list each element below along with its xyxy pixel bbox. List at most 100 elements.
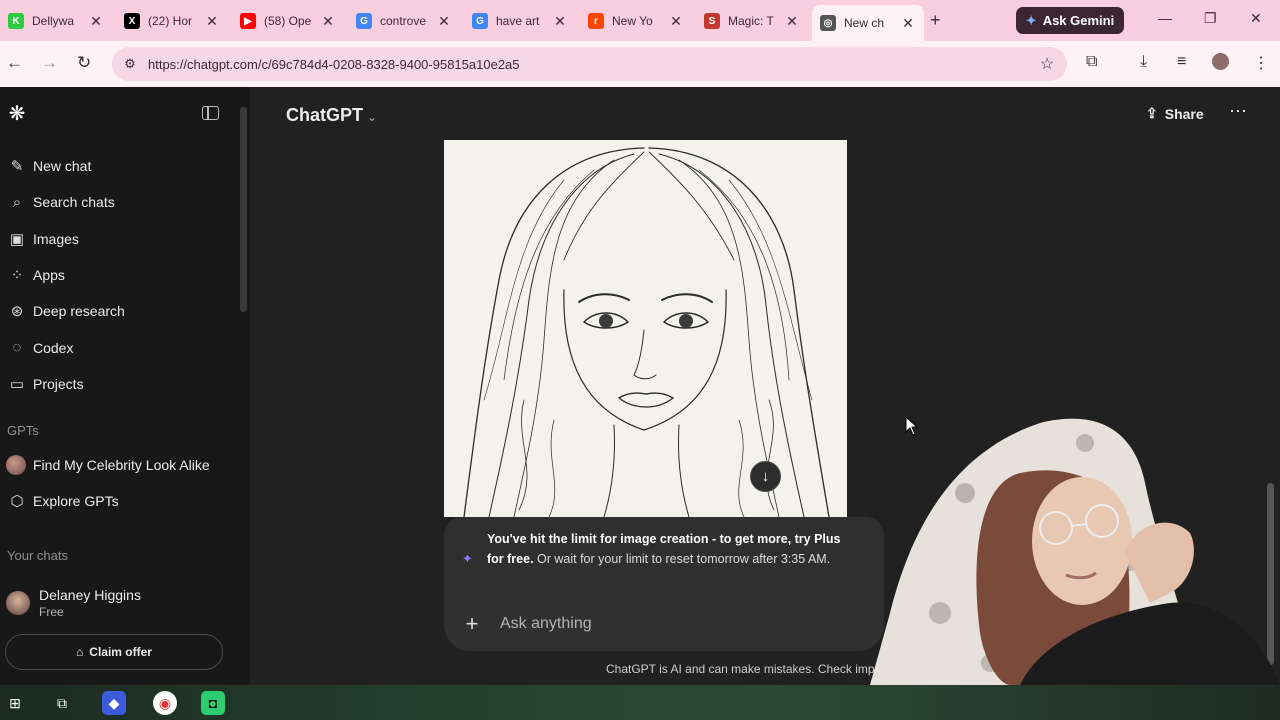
openai-logo-icon[interactable]: ❋	[6, 103, 28, 125]
tab-title: (22) Hor	[148, 14, 193, 28]
sidebar-item-label: Images	[33, 230, 79, 247]
deep-research-icon: ⊛	[10, 303, 24, 321]
codex-icon: ◌	[12, 339, 22, 356]
extensions-icon[interactable]: ⧉	[1086, 53, 1097, 71]
new-tab-button[interactable]: +	[930, 10, 941, 31]
close-window-icon[interactable]: ✕	[1250, 10, 1262, 27]
mouse-cursor-icon	[905, 416, 919, 436]
browser-tab[interactable]: K Dellywa ✕	[0, 6, 112, 36]
sparkle-icon: ✦	[462, 551, 473, 566]
sidebar-item-images[interactable]: ▣ Images	[6, 226, 79, 252]
gpt-avatar	[6, 455, 26, 475]
sidebar-item-codex[interactable]: ◌ Codex	[6, 335, 74, 361]
tab-close-icon[interactable]: ✕	[552, 13, 568, 30]
tab-close-icon[interactable]: ✕	[900, 15, 916, 32]
explore-gpts-label: Explore GPTs	[33, 493, 119, 509]
sidebar-item-new-chat[interactable]: ✎ New chat	[6, 153, 92, 179]
ask-gemini-label: Ask Gemini	[1042, 13, 1115, 28]
user-profile[interactable]: Delaney Higgins Free	[6, 587, 141, 619]
tab-favicon-icon: ◎	[820, 15, 836, 31]
more-options-icon[interactable]: ⋯	[1229, 101, 1247, 122]
tab-favicon-icon: S	[704, 13, 720, 29]
tab-favicon-icon: G	[472, 13, 488, 29]
disclaimer-text: ChatGPT is AI and can make mistakes. Che…	[606, 662, 882, 676]
sidebar: ❋ ✎ New chat ⌕ Search chats ▣ Images ⁘ Apps ⊛ Dee…	[0, 87, 250, 685]
tab-title: have art	[496, 14, 540, 28]
reload-icon[interactable]: ↻	[77, 53, 91, 73]
image-limit-banner: ✦ You've hit the limit for image creatio…	[444, 517, 884, 597]
gpt-item-label: Find My Celebrity Look Alike	[33, 457, 210, 473]
sidebar-item-apps[interactable]: ⁘ Apps	[6, 262, 65, 288]
tab-close-icon[interactable]: ✕	[784, 13, 800, 30]
minimize-icon[interactable]: —	[1158, 10, 1172, 26]
sidebar-item-projects[interactable]: ▭ Projects	[6, 371, 84, 397]
projects-icon: ▭	[9, 375, 25, 393]
browser-tab[interactable]: Ghave art ✕	[464, 6, 576, 36]
chrome-menu-icon[interactable]: ⋮	[1253, 53, 1269, 73]
browser-tab[interactable]: Gcontrove ✕	[348, 6, 460, 36]
images-icon: ▣	[9, 230, 25, 248]
ask-gemini-button[interactable]: ✦ Ask Gemini	[1016, 7, 1124, 34]
bookmark-star-icon[interactable]: ☆	[1027, 54, 1067, 74]
address-url[interactable]: https://chatgpt.com/c/69c784d4-0208-8328…	[148, 57, 1027, 72]
user-avatar	[6, 591, 30, 615]
your-chats-label: Your chats	[7, 548, 68, 563]
browser-tab[interactable]: r New Yo ✕	[580, 6, 692, 36]
site-info-icon[interactable]: ⚙	[112, 56, 148, 72]
browser-tab[interactable]: ◎ New ch ✕	[812, 5, 924, 41]
cube-icon: ⬡	[10, 493, 24, 510]
user-name: Delaney Higgins	[39, 587, 141, 603]
restore-icon[interactable]: ❐	[1204, 10, 1217, 27]
sidebar-item-search-chats[interactable]: ⌕ Search chats	[6, 189, 115, 215]
sidebar-toggle-icon[interactable]	[202, 106, 219, 120]
gift-icon: ⌂	[76, 645, 84, 659]
gemini-sparkle-icon: ✦	[1025, 12, 1037, 28]
browser-tab-strip: K Dellywa ✕ X (22) Hor ✕ ▶ (58) Ope ✕ Gcontrove ✕ G…	[0, 0, 1280, 41]
tab-favicon-icon: ▶	[240, 13, 256, 29]
share-button[interactable]: ⇪ Share	[1146, 105, 1204, 122]
downloads-icon[interactable]: ⤓	[1140, 53, 1147, 71]
tab-title: Dellywa	[32, 14, 75, 28]
tab-close-icon[interactable]: ✕	[668, 13, 684, 30]
scroll-down-button[interactable]: ↓	[750, 461, 781, 492]
webcam-person	[870, 418, 1280, 685]
tab-close-icon[interactable]: ✕	[320, 13, 336, 30]
browser-toolbar: ← → ↻ ⚙ https://chatgpt.com/c/69c784d4-0…	[0, 41, 1280, 87]
add-attachment-icon[interactable]: +	[444, 611, 500, 637]
tab-title: Magic: T	[728, 14, 774, 28]
prompt-input[interactable]	[500, 615, 884, 633]
android-studio-icon[interactable]: ◘	[201, 691, 225, 715]
address-bar[interactable]: ⚙ https://chatgpt.com/c/69c784d4-0208-83…	[112, 47, 1067, 81]
model-selector[interactable]: ChatGPT ⌄	[286, 105, 377, 126]
image-limit-message: You've hit the limit for image creation …	[487, 529, 857, 569]
media-control-icon[interactable]: ≡	[1177, 53, 1186, 71]
browser-tab[interactable]: S Magic: T ✕	[696, 6, 808, 36]
profile-avatar[interactable]	[1212, 53, 1229, 70]
forward-icon[interactable]: →	[41, 53, 58, 73]
apps-icon: ⁘	[10, 266, 24, 284]
chrome-taskbar-icon[interactable]: ◉	[153, 691, 177, 715]
sidebar-scrollbar[interactable]	[240, 107, 247, 312]
windows-taskbar: ⊞ ⧉ ◆ ◉ ◘	[0, 685, 1280, 720]
sidebar-item-label: Apps	[33, 266, 65, 283]
tab-favicon-icon: K	[8, 13, 24, 29]
back-icon[interactable]: ←	[6, 53, 23, 73]
windows-start-icon[interactable]: ⊞	[3, 691, 27, 715]
sidebar-item-deep-research[interactable]: ⊛ Deep research	[6, 298, 125, 324]
explore-gpts-item[interactable]: ⬡ Explore GPTs	[6, 488, 119, 514]
tab-close-icon[interactable]: ✕	[88, 13, 104, 30]
share-icon: ⇪	[1146, 105, 1158, 121]
tab-close-icon[interactable]: ✕	[436, 13, 452, 30]
browser-tab[interactable]: X (22) Hor ✕	[116, 6, 228, 36]
sidebar-item-label: New chat	[33, 158, 92, 174]
gpt-item-celebrity-look-alike[interactable]: Find My Celebrity Look Alike	[6, 452, 210, 478]
claim-offer-button[interactable]: ⌂ Claim offer	[5, 634, 223, 670]
browser-tab[interactable]: ▶ (58) Ope ✕	[232, 6, 344, 36]
generated-sketch-image[interactable]	[444, 140, 847, 517]
gpts-section-label: GPTs	[7, 423, 39, 438]
arrow-down-icon: ↓	[761, 468, 770, 485]
app-icon[interactable]: ◆	[102, 691, 126, 715]
tab-title: New ch	[844, 16, 885, 30]
tab-close-icon[interactable]: ✕	[204, 13, 220, 30]
task-view-icon[interactable]: ⧉	[50, 691, 74, 715]
